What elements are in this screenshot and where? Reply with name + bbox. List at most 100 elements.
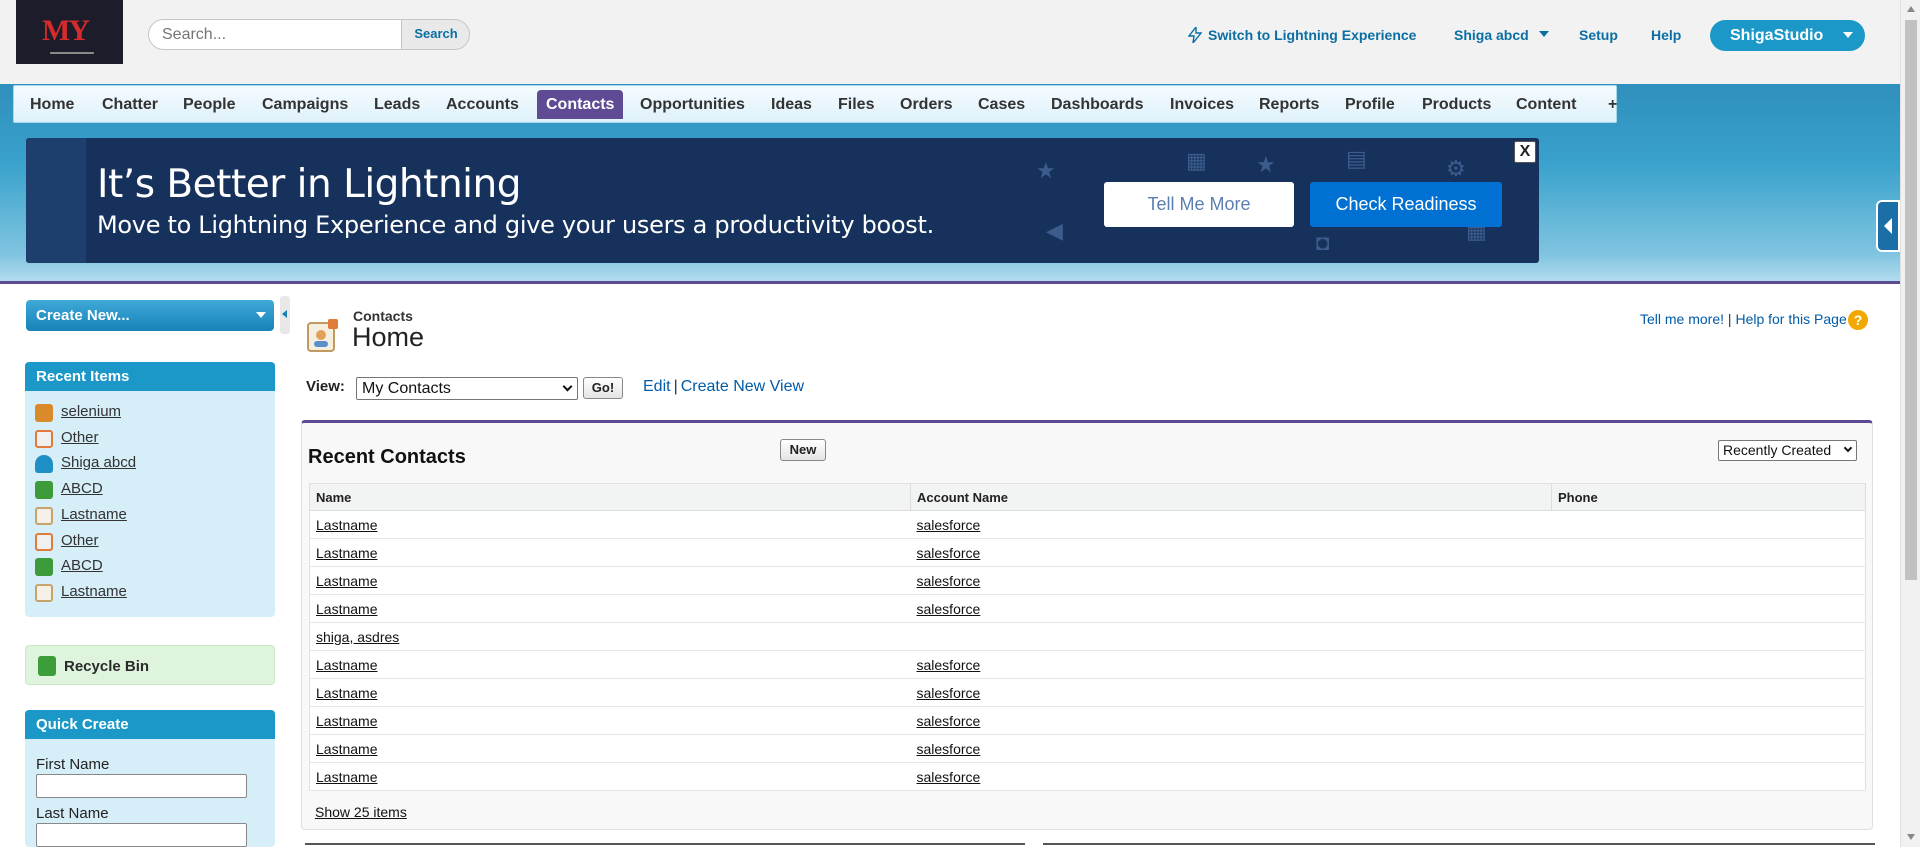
create-new-view-link[interactable]: Create New View — [681, 378, 804, 395]
star-icon: ★ — [1256, 152, 1276, 177]
tab-opportunities[interactable]: Opportunities — [640, 90, 745, 119]
help-link[interactable]: Help — [1651, 27, 1681, 43]
contact-name-link[interactable]: Lastname — [316, 685, 377, 701]
view-select[interactable]: My Contacts — [356, 377, 578, 400]
user-icon — [35, 455, 53, 473]
recent-item-label: Lastname — [61, 583, 127, 600]
scroll-up-arrow-icon[interactable] — [1907, 6, 1915, 12]
tab-people[interactable]: People — [183, 90, 235, 119]
contact-name-link[interactable]: Lastname — [316, 601, 377, 617]
contact-name-link[interactable]: Lastname — [316, 769, 377, 785]
tell-me-more-button[interactable]: Tell Me More — [1104, 182, 1294, 227]
contacts-table: Name Account Name Phone Lastname salesfor… — [309, 483, 1866, 791]
contact-icon — [35, 584, 53, 602]
tab-campaigns[interactable]: Campaigns — [262, 90, 348, 119]
contact-name-link[interactable]: shiga, asdres — [316, 629, 399, 645]
phone-cell — [1551, 510, 1866, 539]
contact-icon — [35, 507, 53, 525]
lead-icon — [35, 558, 53, 576]
company-logo[interactable]: MY — [16, 0, 123, 64]
tab-invoices[interactable]: Invoices — [1170, 90, 1234, 119]
help-links: Tell me more! | Help for this Page — [1640, 311, 1847, 327]
tab-products[interactable]: Products — [1422, 90, 1491, 119]
table-row: Lastname salesforce — [309, 538, 1866, 567]
recycle-bin-icon — [38, 656, 56, 676]
column-header-account[interactable]: Account Name — [910, 483, 1552, 511]
account-name-link[interactable]: salesforce — [917, 657, 981, 673]
last-name-field[interactable] — [36, 823, 247, 847]
scrollbar-thumb[interactable] — [1905, 20, 1917, 580]
create-new-button[interactable]: Create New... — [26, 300, 274, 331]
page-scrollbar[interactable] — [1900, 0, 1920, 847]
account-name-link[interactable]: salesforce — [917, 517, 981, 533]
sidebar-collapse-handle[interactable] — [280, 296, 290, 334]
chevron-down-icon — [562, 381, 573, 392]
show-more-link[interactable]: Show 25 items — [315, 804, 407, 820]
contact-name-link[interactable]: Lastname — [316, 573, 377, 589]
account-name-link[interactable]: salesforce — [917, 573, 981, 589]
recycle-bin-label: Recycle Bin — [64, 658, 150, 675]
banner-close-button[interactable]: X — [1514, 141, 1536, 163]
column-header-name[interactable]: Name — [309, 483, 911, 511]
setup-link[interactable]: Setup — [1579, 27, 1618, 43]
account-name-link[interactable]: salesforce — [917, 769, 981, 785]
column-header-phone[interactable]: Phone — [1551, 483, 1866, 511]
new-contact-button[interactable]: New — [780, 439, 826, 461]
tab-accounts[interactable]: Accounts — [446, 90, 519, 119]
utility-panel-toggle[interactable] — [1876, 200, 1900, 252]
recent-item-label: Lastname — [61, 506, 127, 523]
tab-bar: Home Chatter People Campaigns Leads Acco… — [13, 85, 1617, 123]
scroll-down-arrow-icon[interactable] — [1907, 834, 1915, 840]
first-name-field[interactable] — [36, 774, 247, 798]
switch-to-lightning-link[interactable]: Switch to Lightning Experience — [1188, 27, 1416, 43]
chevron-down-icon — [1843, 32, 1853, 38]
recent-item-label: ABCD — [61, 480, 103, 497]
go-button[interactable]: Go! — [583, 377, 623, 399]
tab-chatter[interactable]: Chatter — [102, 90, 158, 119]
recent-item-label: selenium — [61, 403, 122, 420]
tell-me-more-link[interactable]: Tell me more! — [1640, 311, 1724, 327]
page-title: Home — [352, 322, 425, 352]
user-name: Shiga abcd — [1454, 27, 1529, 43]
table-row: Lastname salesforce — [309, 706, 1866, 735]
tab-reports[interactable]: Reports — [1259, 90, 1319, 119]
search-input[interactable] — [149, 20, 402, 49]
tab-ideas[interactable]: Ideas — [771, 90, 812, 119]
sort-select-value: Recently Created — [1723, 442, 1832, 458]
case-icon — [35, 533, 53, 551]
recycle-bin-link[interactable]: Recycle Bin — [25, 645, 275, 685]
tab-content[interactable]: Content — [1516, 90, 1576, 119]
chevron-down-icon — [1843, 443, 1853, 453]
contact-name-link[interactable]: Lastname — [316, 713, 377, 729]
table-row: Lastname salesforce — [309, 566, 1866, 595]
tab-contacts[interactable]: Contacts — [537, 90, 624, 119]
account-name-link[interactable]: salesforce — [917, 713, 981, 729]
contact-name-link[interactable]: Lastname — [316, 741, 377, 757]
first-name-label: First Name — [36, 756, 110, 773]
help-for-page-link[interactable]: Help for this Page — [1735, 311, 1846, 327]
tab-leads[interactable]: Leads — [374, 90, 420, 119]
tab-orders[interactable]: Orders — [900, 90, 952, 119]
contact-name-link[interactable]: Lastname — [316, 545, 377, 561]
account-name-link[interactable]: salesforce — [917, 545, 981, 561]
sort-select[interactable]: Recently Created — [1718, 440, 1857, 461]
banner-bolt-decoration — [26, 138, 86, 263]
user-menu[interactable]: Shiga abcd — [1454, 27, 1549, 43]
tab-dashboards[interactable]: Dashboards — [1051, 90, 1143, 119]
contact-name-link[interactable]: Lastname — [316, 517, 377, 533]
contact-name-link[interactable]: Lastname — [316, 657, 377, 673]
search-button[interactable]: Search — [403, 20, 469, 49]
tab-all-tabs[interactable]: + — [1608, 90, 1617, 119]
app-menu-button[interactable]: ShigaStudio — [1710, 20, 1865, 51]
banner-title: It’s Better in Lightning — [97, 162, 521, 207]
tab-profile[interactable]: Profile — [1345, 90, 1395, 119]
edit-view-link[interactable]: Edit — [643, 378, 671, 395]
help-icon[interactable]: ? — [1848, 310, 1868, 330]
account-name-link[interactable]: salesforce — [917, 601, 981, 617]
account-name-link[interactable]: salesforce — [917, 685, 981, 701]
check-readiness-button[interactable]: Check Readiness — [1310, 182, 1502, 227]
account-name-link[interactable]: salesforce — [917, 741, 981, 757]
tab-files[interactable]: Files — [838, 90, 874, 119]
tab-cases[interactable]: Cases — [978, 90, 1025, 119]
tab-home[interactable]: Home — [30, 90, 74, 119]
